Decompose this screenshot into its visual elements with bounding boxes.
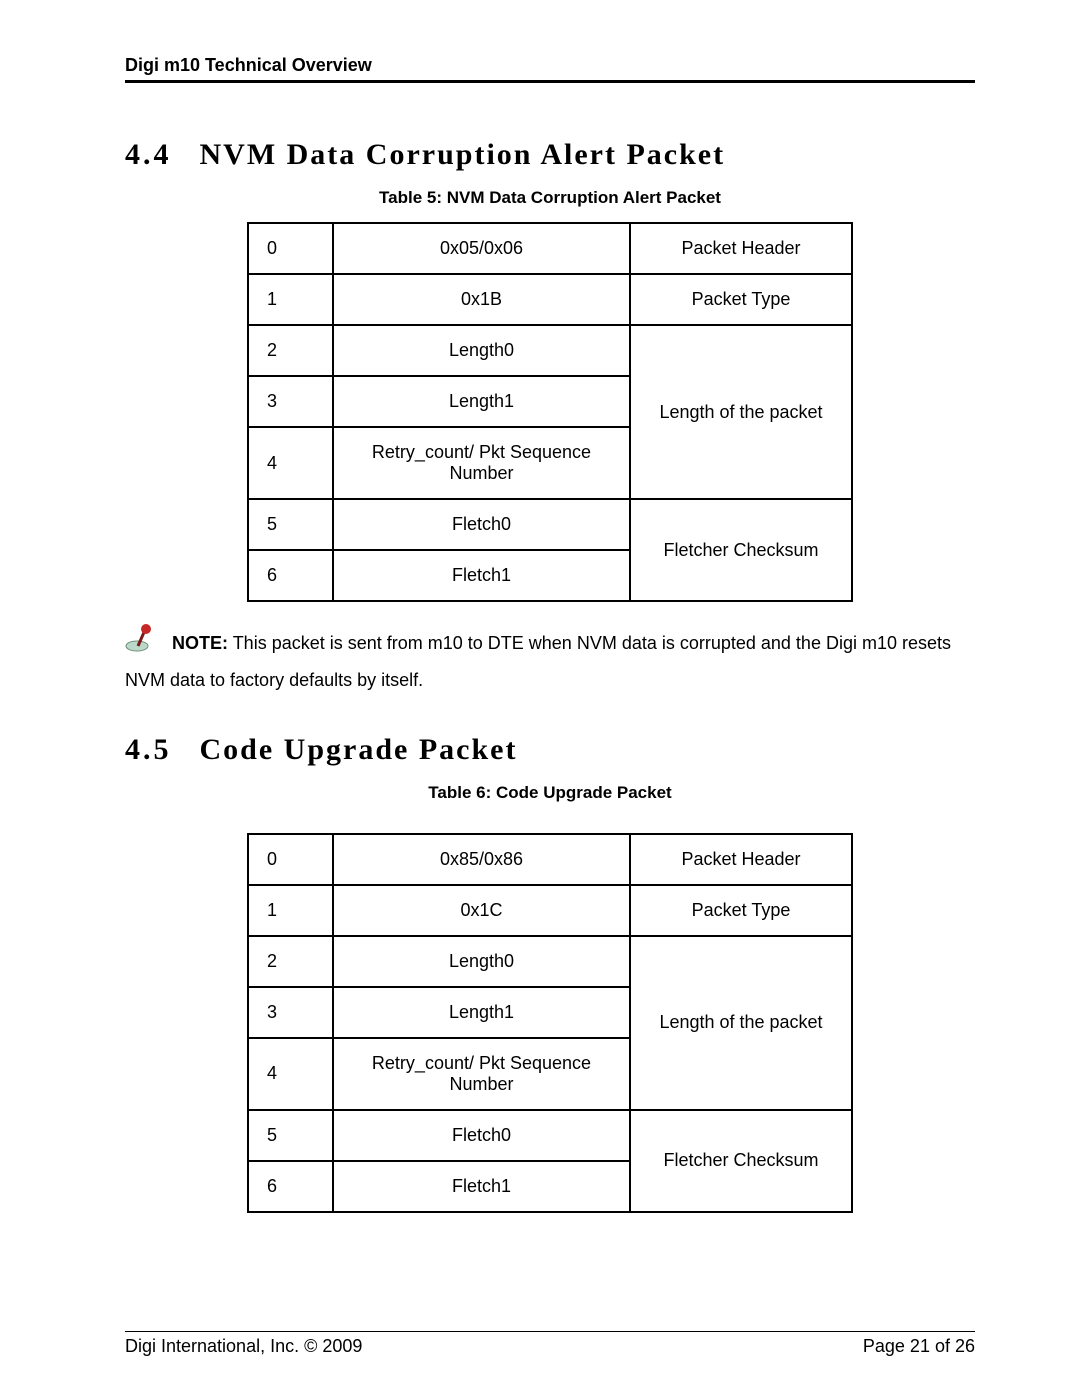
table-row: 1 0x1C Packet Type xyxy=(248,885,852,936)
cell-field: Length0 xyxy=(333,325,630,376)
cell-idx: 0 xyxy=(248,834,333,885)
cell-field: Length1 xyxy=(333,376,630,427)
footer-left: Digi International, Inc. © 2009 xyxy=(125,1336,362,1357)
note-block: NOTE: This packet is sent from m10 to DT… xyxy=(125,624,975,697)
table-row: 5 Fletch0 Fletcher Checksum xyxy=(248,499,852,550)
table-row: 0 0x05/0x06 Packet Header xyxy=(248,223,852,274)
cell-idx: 6 xyxy=(248,1161,333,1212)
cell-desc: Packet Type xyxy=(630,885,852,936)
cell-idx: 5 xyxy=(248,499,333,550)
note-text: This packet is sent from m10 to DTE when… xyxy=(125,633,951,690)
pushpin-icon xyxy=(125,624,161,664)
cell-idx: 3 xyxy=(248,376,333,427)
cell-idx: 4 xyxy=(248,427,333,499)
cell-idx: 2 xyxy=(248,936,333,987)
cell-field: Length1 xyxy=(333,987,630,1038)
cell-desc: Fletcher Checksum xyxy=(630,499,852,601)
cell-field: 0x85/0x86 xyxy=(333,834,630,885)
cell-field: Fletch1 xyxy=(333,550,630,601)
cell-field: Fletch1 xyxy=(333,1161,630,1212)
cell-desc: Fletcher Checksum xyxy=(630,1110,852,1212)
cell-idx: 1 xyxy=(248,274,333,325)
cell-field: 0x05/0x06 xyxy=(333,223,630,274)
table-row: 2 Length0 Length of the packet xyxy=(248,936,852,987)
cell-idx: 2 xyxy=(248,325,333,376)
table-row: 2 Length0 Length of the packet xyxy=(248,325,852,376)
table-row: 5 Fletch0 Fletcher Checksum xyxy=(248,1110,852,1161)
cell-desc: Packet Header xyxy=(630,223,852,274)
cell-idx: 4 xyxy=(248,1038,333,1110)
cell-idx: 1 xyxy=(248,885,333,936)
table-row: 0 0x85/0x86 Packet Header xyxy=(248,834,852,885)
cell-idx: 5 xyxy=(248,1110,333,1161)
note-label: NOTE: xyxy=(172,633,228,653)
section-45-number: 4.5 xyxy=(125,733,172,767)
table-row: 1 0x1B Packet Type xyxy=(248,274,852,325)
cell-field: Fletch0 xyxy=(333,499,630,550)
section-45-title: Code Upgrade Packet xyxy=(200,733,518,767)
cell-field: Fletch0 xyxy=(333,1110,630,1161)
section-45-heading: 4.5 Code Upgrade Packet xyxy=(125,733,975,767)
cell-desc: Length of the packet xyxy=(630,325,852,499)
section-44-heading: 4.4 NVM Data Corruption Alert Packet xyxy=(125,138,975,172)
cell-field: 0x1B xyxy=(333,274,630,325)
cell-field: Retry_count/ Pkt Sequence Number xyxy=(333,1038,630,1110)
page: Digi m10 Technical Overview 4.4 NVM Data… xyxy=(0,0,1080,1397)
cell-field: 0x1C xyxy=(333,885,630,936)
section-44-number: 4.4 xyxy=(125,138,172,172)
cell-idx: 0 xyxy=(248,223,333,274)
cell-idx: 6 xyxy=(248,550,333,601)
cell-desc: Packet Type xyxy=(630,274,852,325)
cell-idx: 3 xyxy=(248,987,333,1038)
table6: 0 0x85/0x86 Packet Header 1 0x1C Packet … xyxy=(247,833,853,1213)
page-footer: Digi International, Inc. © 2009 Page 21 … xyxy=(125,1331,975,1357)
table5-caption: Table 5: NVM Data Corruption Alert Packe… xyxy=(125,188,975,208)
table6-caption: Table 6: Code Upgrade Packet xyxy=(125,783,975,803)
table5: 0 0x05/0x06 Packet Header 1 0x1B Packet … xyxy=(247,222,853,602)
cell-desc: Length of the packet xyxy=(630,936,852,1110)
cell-field: Length0 xyxy=(333,936,630,987)
cell-desc: Packet Header xyxy=(630,834,852,885)
cell-field: Retry_count/ Pkt Sequence Number xyxy=(333,427,630,499)
footer-right: Page 21 of 26 xyxy=(863,1336,975,1357)
section-44-title: NVM Data Corruption Alert Packet xyxy=(200,138,726,172)
page-header: Digi m10 Technical Overview xyxy=(125,55,975,83)
